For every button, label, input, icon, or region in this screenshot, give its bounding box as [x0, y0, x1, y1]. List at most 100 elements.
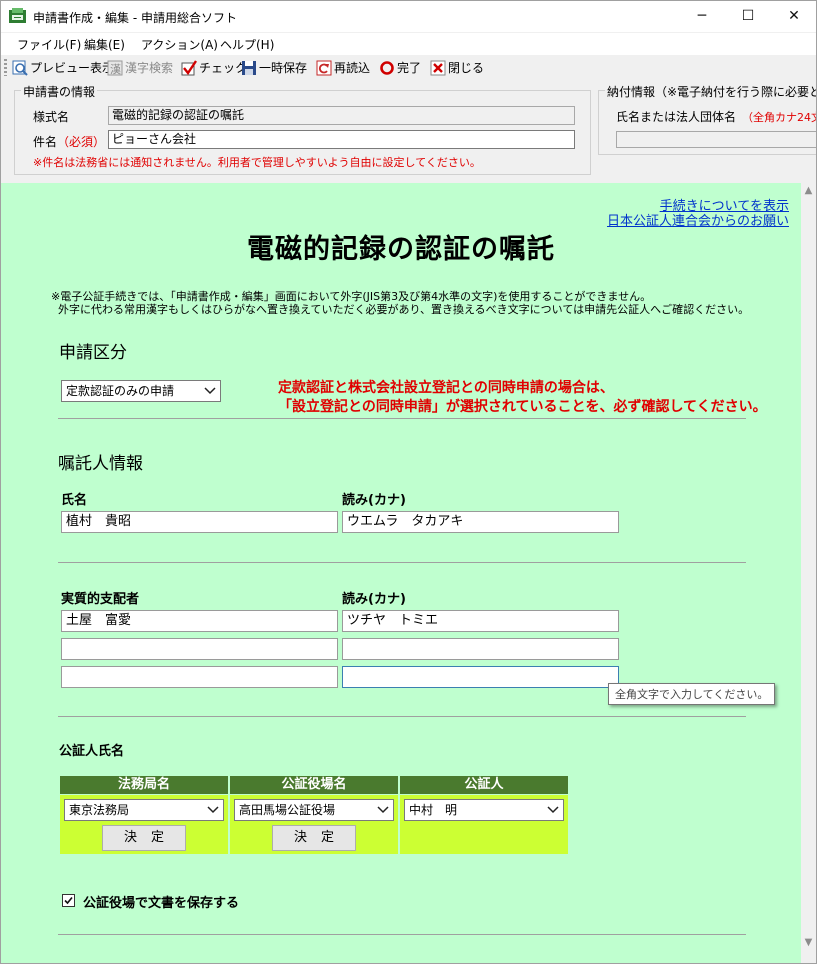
done-button[interactable]: 完了 [379, 58, 421, 77]
divider [58, 562, 746, 563]
subject-input[interactable]: ピョーさん会社 [108, 130, 575, 149]
beneficial-owner-name-input-2[interactable] [61, 638, 338, 660]
commissioner-name-input[interactable]: 植村 貴昭 [61, 511, 338, 533]
close-button[interactable]: 閉じる [430, 58, 484, 77]
application-info-legend: 申請書の情報 [21, 83, 98, 100]
window-title: 申請書作成・編集 - 申請用総合ソフト [33, 11, 237, 25]
commissioner-kana-label: 読み(カナ) [342, 493, 406, 508]
application-type-warning-1: 定款認証と株式会社設立登記との同時申請の場合は、 [278, 380, 614, 396]
commissioner-heading: 嘱託人情報 [58, 454, 143, 474]
commissioner-name-label: 氏名 [61, 493, 88, 508]
checkmark-icon [64, 896, 73, 905]
beneficial-owner-label: 実質的支配者 [61, 592, 140, 607]
save-at-office-label[interactable]: 公証役場で文書を保存する [83, 892, 239, 911]
office-select[interactable]: 高田馬場公証役場 [234, 799, 394, 821]
notary-heading: 公証人氏名 [59, 744, 125, 759]
application-type-value: 定款認証のみの申請 [66, 384, 175, 398]
commissioner-kana-input[interactable]: ウエムラ タカアキ [342, 511, 619, 533]
chevron-down-icon [207, 806, 219, 814]
notary-value: 中村 明 [409, 803, 458, 817]
preview-button[interactable]: プレビュー表示 [12, 58, 114, 77]
application-type-select[interactable]: 定款認証のみの申請 [61, 380, 221, 402]
divider [58, 934, 746, 935]
form-name-field: 電磁的記録の認証の嘱託 [108, 106, 575, 125]
info-panel: 申請書の情報 様式名 電磁的記録の認証の嘱託 件名（必須） ピョーさん会社 ※件… [1, 80, 816, 183]
scroll-down-icon[interactable]: ▼ [801, 935, 816, 950]
subject-label-text: 件名 [33, 135, 58, 149]
beneficial-owner-name-input-1[interactable]: 土屋 富愛 [61, 610, 338, 632]
menu-file[interactable]: ファイル(F) [17, 36, 81, 53]
close-x-icon [430, 60, 446, 75]
preview-label: プレビュー表示 [30, 61, 115, 75]
chevron-down-icon [547, 806, 559, 814]
subject-label: 件名（必須） [33, 133, 105, 150]
beneficial-owner-kana-label: 読み(カナ) [342, 592, 406, 607]
maximize-button[interactable]: ☐ [725, 1, 771, 32]
notary-select[interactable]: 中村 明 [404, 799, 564, 821]
payment-name-field[interactable] [616, 131, 816, 148]
office-value: 高田馬場公証役場 [239, 803, 336, 817]
menu-help[interactable]: ヘルプ(H) [220, 36, 274, 53]
beneficial-owner-name-input-3[interactable] [61, 666, 338, 688]
svg-text:漢: 漢 [110, 63, 121, 76]
menu-action[interactable]: アクション(A) [141, 36, 218, 53]
checkmark-icon [181, 59, 197, 75]
reload-label: 再読込 [334, 61, 371, 75]
temp-save-label: 一時保存 [259, 61, 308, 75]
beneficial-owner-kana-input-2[interactable] [342, 638, 619, 660]
application-type-heading: 申請区分 [59, 343, 127, 363]
subject-note: ※件名は法務省には通知されません。利用者で管理しやすいよう自由に設定してください… [33, 156, 481, 169]
check-label: チェック [199, 61, 248, 75]
beneficial-owner-kana-input-3[interactable] [342, 666, 619, 688]
payment-name-hint: （全角カナ24文字 [742, 111, 816, 124]
close-window-button[interactable]: ✕ [771, 1, 816, 32]
menu-bar: ファイル(F) 編集(E) アクション(A) ヘルプ(H) [1, 33, 816, 55]
note-line-2: 外字に代わる常用漢字もしくはひらがなへ置き換えていただく必要があり、置き換えるべ… [58, 303, 750, 316]
subject-required: （必須） [57, 135, 106, 149]
close-label: 閉じる [448, 61, 485, 75]
application-window: 申請書作成・編集 - 申請用総合ソフト ─ ☐ ✕ ファイル(F) 編集(E) … [0, 0, 817, 964]
save-at-office-checkbox[interactable] [62, 894, 75, 907]
done-label: 完了 [397, 61, 422, 75]
chevron-down-icon [204, 387, 216, 395]
temp-save-button[interactable]: 一時保存 [241, 58, 307, 77]
application-info-group: 申請書の情報 様式名 電磁的記録の認証の嘱託 件名（必須） ピョーさん会社 ※件… [14, 83, 591, 175]
minimize-button[interactable]: ─ [679, 1, 725, 32]
app-icon [9, 8, 26, 23]
payment-name-label-text: 氏名または法人団体名 [616, 110, 737, 124]
menu-edit[interactable]: 編集(E) [84, 36, 125, 53]
vertical-scrollbar[interactable]: ▲ ▼ [801, 183, 816, 963]
reload-button[interactable]: 再読込 [316, 58, 370, 77]
office-decide-button[interactable]: 決定 [272, 825, 356, 851]
kanji-search-button[interactable]: 漢 漢字検索 [107, 58, 173, 77]
magnifier-icon [12, 60, 28, 76]
title-bar: 申請書作成・編集 - 申請用総合ソフト ─ ☐ ✕ [1, 1, 816, 32]
application-type-warning-2: 「設立登記との同時申請」が選択されていることを、必ず確認してください。 [278, 399, 767, 415]
kanji-search-label: 漢字検索 [125, 61, 174, 75]
office-header: 公証役場名 [230, 776, 398, 794]
payment-info-legend: 納付情報（※電子納付を行う際に必要となり [605, 83, 816, 100]
divider [58, 716, 746, 717]
payment-name-label: 氏名または法人団体名 （全角カナ24文字 [616, 108, 816, 125]
bureau-header: 法務局名 [60, 776, 228, 794]
notary-header: 公証人 [400, 776, 568, 794]
floppy-disk-icon [242, 60, 256, 75]
divider [58, 418, 746, 419]
scroll-up-icon[interactable]: ▲ [801, 183, 816, 198]
bureau-decide-button[interactable]: 決定 [102, 825, 186, 851]
toolbar: プレビュー表示 漢 漢字検索 チェック 一時保存 再読込 完了 閉じる [1, 55, 816, 80]
check-button[interactable]: チェック [181, 58, 247, 77]
beneficial-owner-kana-input-1[interactable]: ツチヤ トミエ [342, 610, 619, 632]
chevron-down-icon [377, 806, 389, 814]
input-tooltip: 全角文字で入力してください。 [608, 683, 776, 705]
circle-icon [380, 60, 394, 75]
bureau-value: 東京法務局 [69, 803, 130, 817]
form-content: 手続きについてを表示 日本公証人連合会からのお願い 電磁的記録の認証の嘱託 ※電… [1, 183, 801, 963]
form-name-label: 様式名 [33, 110, 70, 124]
bureau-select[interactable]: 東京法務局 [64, 799, 224, 821]
toolbar-grip-icon[interactable] [4, 59, 7, 76]
page-title: 電磁的記録の認証の嘱託 [247, 234, 555, 265]
reload-icon [316, 60, 332, 75]
payment-info-group: 納付情報（※電子納付を行う際に必要となり 氏名または法人団体名 （全角カナ24文字 [598, 83, 816, 155]
kanji-icon: 漢 [107, 60, 123, 76]
